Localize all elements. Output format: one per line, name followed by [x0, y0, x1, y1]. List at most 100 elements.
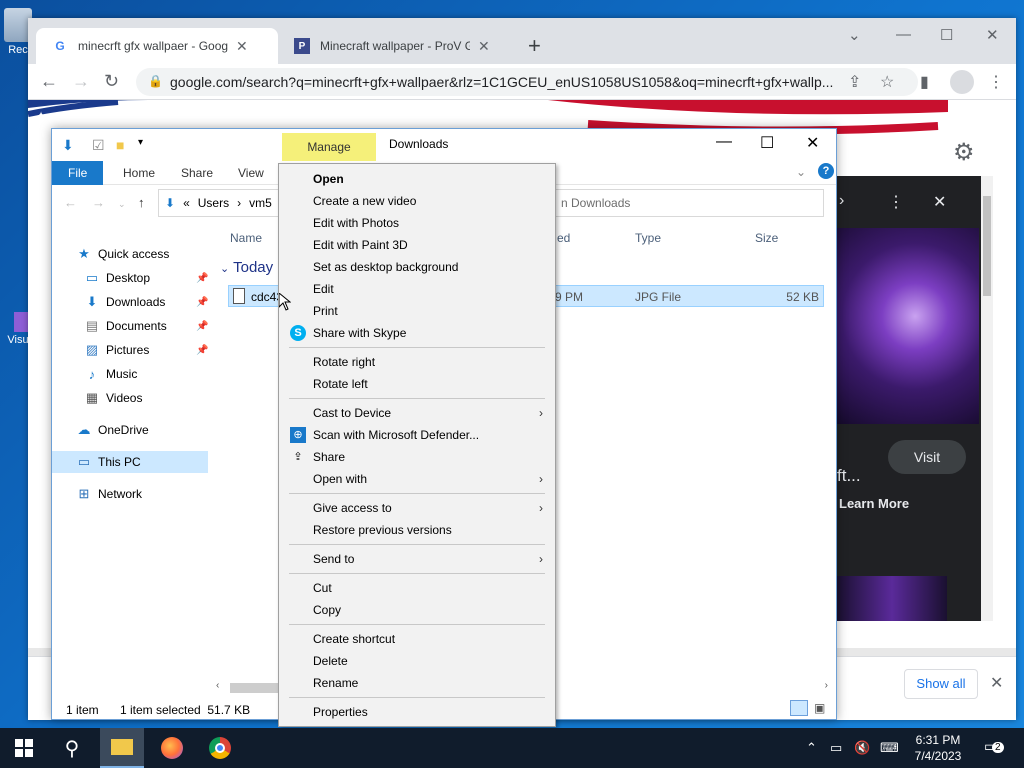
tab-prov-gfx[interactable]: P Minecraft wallpaper - ProV GFX - ✕	[278, 28, 518, 64]
collapse-chevron-icon[interactable]: ⌄	[220, 263, 229, 275]
nav-documents[interactable]: ▤ Documents	[52, 315, 208, 337]
scroll-left-icon[interactable]: ‹	[216, 680, 219, 691]
tab-home[interactable]: Home	[107, 161, 171, 185]
close-download-bar-icon[interactable]: ✕	[990, 673, 1003, 693]
pin-icon[interactable]: 📌	[196, 273, 208, 284]
forward-icon[interactable]: →	[92, 195, 105, 210]
menu-print[interactable]: Print	[281, 300, 553, 322]
column-header-name[interactable]: Name	[230, 231, 262, 245]
nav-this-pc[interactable]: ▭ This PC	[52, 451, 208, 473]
menu-set-desktop-background[interactable]: Set as desktop background	[281, 256, 553, 278]
menu-delete[interactable]: Delete	[281, 650, 553, 672]
next-image-icon[interactable]: ›	[839, 192, 844, 210]
tab-google-search[interactable]: G minecrft gfx wallpaer - Google Se ✕	[36, 28, 278, 64]
group-header-today[interactable]: ⌄ Today	[220, 259, 273, 276]
tab-share[interactable]: Share	[165, 161, 229, 185]
tab-search-chevron-icon[interactable]: ⌄	[848, 26, 861, 44]
menu-edit[interactable]: Edit	[281, 278, 553, 300]
windows-start-icon[interactable]	[12, 736, 36, 760]
menu-share[interactable]: ⇪ Share	[281, 446, 553, 468]
breadcrumb-users[interactable]: Users	[198, 196, 229, 210]
nav-network[interactable]: ⊞ Network	[52, 483, 208, 505]
address-bar[interactable]: ⬇ « Users › vm5	[158, 189, 282, 217]
pin-icon[interactable]: 📌	[196, 297, 208, 308]
forward-icon[interactable]: →	[72, 72, 90, 90]
keyboard-icon[interactable]: ⌨	[880, 740, 899, 756]
menu-restore-previous[interactable]: Restore previous versions	[281, 519, 553, 541]
tab-view[interactable]: View	[222, 161, 280, 185]
nav-quick-access[interactable]: ★ Quick access	[52, 243, 208, 265]
menu-rename[interactable]: Rename	[281, 672, 553, 694]
settings-gear-icon[interactable]: ⚙	[953, 138, 975, 167]
nav-desktop[interactable]: ▭ Desktop	[52, 267, 208, 289]
back-icon[interactable]: ←	[64, 195, 77, 210]
menu-open[interactable]: Open	[281, 168, 553, 190]
menu-send-to[interactable]: Send to ›	[281, 548, 553, 570]
page-scrollbar[interactable]	[981, 176, 993, 621]
nav-music[interactable]: ♪ Music	[52, 363, 208, 385]
properties-check-icon[interactable]: ☑	[92, 137, 105, 154]
menu-cut[interactable]: Cut	[281, 577, 553, 599]
display-icon[interactable]: ▭	[830, 740, 842, 756]
preview-image[interactable]	[837, 228, 979, 424]
help-icon[interactable]: ?	[818, 163, 834, 179]
menu-rotate-left[interactable]: Rotate left	[281, 373, 553, 395]
learn-more-link[interactable]: Learn More	[839, 496, 909, 511]
file-explorer-taskbar-icon[interactable]	[100, 728, 144, 768]
nav-onedrive[interactable]: ☁ OneDrive	[52, 419, 208, 441]
profile-avatar-icon[interactable]	[950, 70, 974, 94]
details-view-icon[interactable]	[790, 700, 808, 716]
column-header-size[interactable]: Size	[755, 231, 778, 245]
scrollbar-thumb[interactable]	[983, 196, 991, 296]
new-tab-icon[interactable]: +	[528, 35, 541, 57]
show-hidden-icons-icon[interactable]: ⌃	[806, 740, 817, 756]
new-folder-icon[interactable]: ■	[116, 137, 124, 153]
notifications-icon[interactable]: 2 ▭	[984, 738, 1004, 758]
menu-scan-defender[interactable]: ⊕ Scan with Microsoft Defender...	[281, 424, 553, 446]
breadcrumb-vm5[interactable]: vm5	[249, 196, 272, 210]
pin-icon[interactable]: 📌	[196, 345, 208, 356]
minimize-icon[interactable]: —	[716, 133, 732, 151]
visit-button[interactable]: Visit	[888, 440, 966, 474]
share-icon[interactable]: ⇪	[848, 72, 861, 92]
maximize-icon[interactable]: ☐	[760, 133, 774, 153]
chrome-taskbar-icon[interactable]	[208, 736, 232, 760]
firefox-icon[interactable]	[160, 736, 184, 760]
side-panel-icon[interactable]: ▮	[920, 72, 929, 92]
menu-cast-to-device[interactable]: Cast to Device ›	[281, 402, 553, 424]
more-options-icon[interactable]: ⋮	[888, 192, 904, 212]
pin-icon[interactable]: 📌	[196, 321, 208, 332]
menu-share-skype[interactable]: S Share with Skype	[281, 322, 553, 344]
search-icon[interactable]: ⚲	[60, 736, 84, 760]
manage-tab[interactable]: Manage	[282, 133, 376, 161]
nav-downloads[interactable]: ⬇ Downloads	[52, 291, 208, 313]
maximize-icon[interactable]: ☐	[940, 26, 953, 44]
related-image-thumbnail[interactable]	[837, 576, 947, 621]
menu-create-shortcut[interactable]: Create shortcut	[281, 628, 553, 650]
expand-ribbon-icon[interactable]: ⌄	[796, 165, 806, 179]
close-window-icon[interactable]: ✕	[986, 26, 999, 44]
nav-pictures[interactable]: ▨ Pictures	[52, 339, 208, 361]
close-icon[interactable]: ✕	[806, 133, 819, 153]
bookmark-star-icon[interactable]: ☆	[880, 72, 894, 92]
column-header-type[interactable]: Type	[635, 231, 661, 245]
back-icon[interactable]: ←	[40, 72, 58, 90]
close-panel-icon[interactable]: ✕	[933, 192, 946, 212]
menu-kebab-icon[interactable]: ⋮	[988, 72, 1004, 92]
address-bar[interactable]: 🔒 google.com/search?q=minecrft+gfx+wallp…	[136, 68, 918, 96]
quick-access-dropdown-icon[interactable]: ▾	[138, 137, 143, 148]
menu-properties[interactable]: Properties	[281, 701, 553, 723]
menu-edit-paint3d[interactable]: Edit with Paint 3D	[281, 234, 553, 256]
large-icons-view-icon[interactable]: ▣	[814, 701, 825, 715]
up-icon[interactable]: ↑	[138, 195, 145, 210]
menu-give-access[interactable]: Give access to ›	[281, 497, 553, 519]
system-clock[interactable]: 6:31 PM 7/4/2023	[900, 732, 976, 764]
show-all-button[interactable]: Show all	[904, 669, 978, 699]
volume-muted-icon[interactable]: 🔇	[854, 740, 870, 756]
close-tab-icon[interactable]: ✕	[236, 38, 248, 55]
menu-open-with[interactable]: Open with ›	[281, 468, 553, 490]
column-header-date[interactable]: ed	[557, 231, 570, 245]
minimize-icon[interactable]: —	[896, 26, 911, 43]
menu-create-video[interactable]: Create a new video	[281, 190, 553, 212]
close-tab-icon[interactable]: ✕	[478, 38, 490, 55]
